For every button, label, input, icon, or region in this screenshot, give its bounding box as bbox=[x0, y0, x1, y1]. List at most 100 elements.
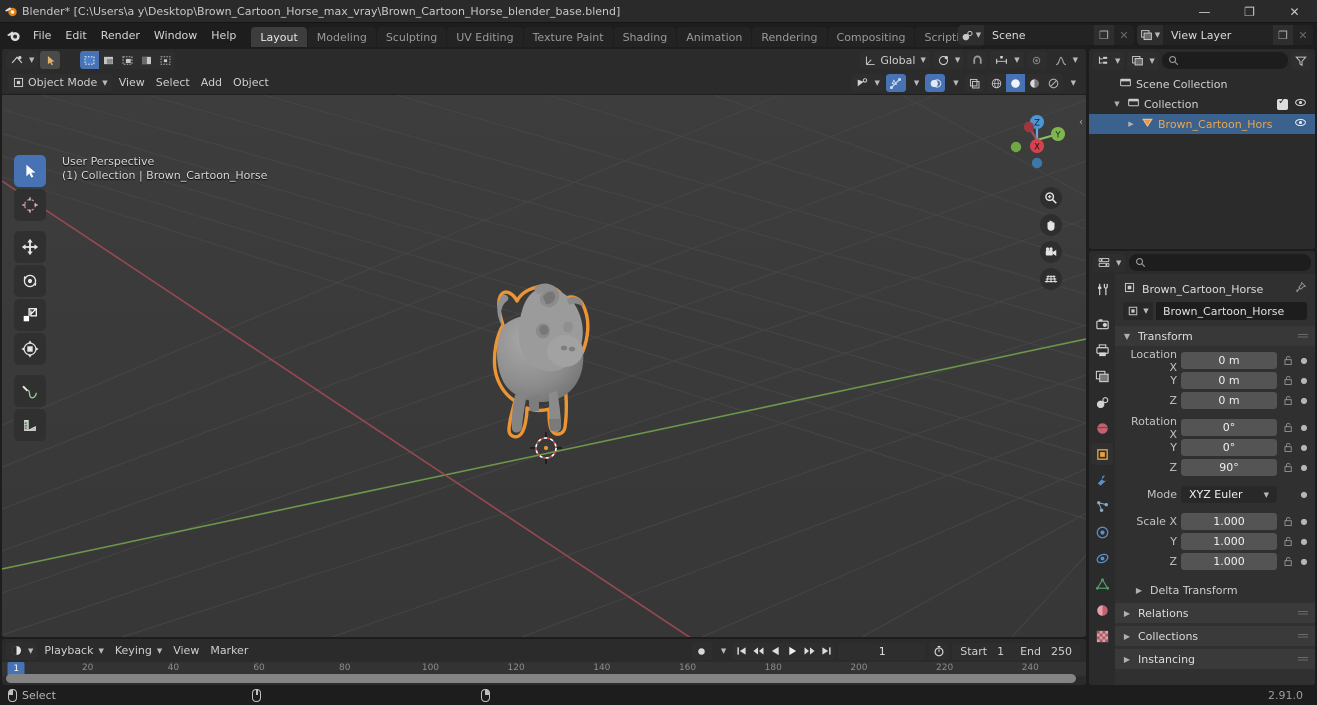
menu-file[interactable]: File bbox=[26, 26, 58, 44]
outliner-row-object[interactable]: ▶ Brown_Cartoon_Hors bbox=[1089, 114, 1315, 134]
outliner-search-input[interactable] bbox=[1161, 52, 1288, 69]
properties-tab-object[interactable] bbox=[1091, 443, 1113, 465]
lock-icon[interactable] bbox=[1281, 422, 1295, 433]
value-location-z[interactable]: 0 m bbox=[1181, 392, 1277, 409]
pin-icon[interactable] bbox=[1294, 281, 1307, 297]
timeline-menu-marker[interactable]: Marker bbox=[206, 642, 252, 660]
collection-expander-icon[interactable]: ▼ bbox=[1111, 100, 1123, 108]
remove-view-layer-button[interactable]: ✕ bbox=[1293, 25, 1313, 45]
lock-icon[interactable] bbox=[1281, 375, 1295, 386]
viewport-menu-object[interactable]: Object bbox=[229, 74, 273, 92]
play-button[interactable] bbox=[784, 643, 801, 660]
tab-uv-editing[interactable]: UV Editing bbox=[447, 27, 523, 47]
transform-tool[interactable] bbox=[14, 333, 46, 365]
unlink-scene-button[interactable]: ✕ bbox=[1114, 25, 1134, 45]
jump-to-end-button[interactable] bbox=[818, 643, 835, 660]
view-layer-name[interactable]: View Layer bbox=[1163, 25, 1273, 45]
animate-property-icon[interactable]: ● bbox=[1299, 537, 1309, 546]
instancing-panel-header[interactable]: ▶ Instancing bbox=[1115, 649, 1315, 669]
animate-property-icon[interactable]: ● bbox=[1299, 396, 1309, 405]
animate-property-icon[interactable]: ● bbox=[1299, 376, 1309, 385]
rotation-mode-dropdown[interactable]: XYZ Euler ▼ bbox=[1181, 486, 1277, 503]
lock-icon[interactable] bbox=[1281, 462, 1295, 473]
tab-animation[interactable]: Animation bbox=[677, 27, 752, 47]
timeline-menu-keying[interactable]: Keying ▼ bbox=[111, 642, 166, 660]
pivot-point-selector[interactable]: ▼ bbox=[932, 51, 965, 69]
lock-icon[interactable] bbox=[1281, 355, 1295, 366]
scene-selector[interactable]: ▼ Scene ❐ ✕ bbox=[958, 25, 1134, 45]
menu-render[interactable]: Render bbox=[94, 26, 147, 44]
solid-shading-icon[interactable] bbox=[1005, 74, 1025, 92]
select-invert-icon[interactable] bbox=[137, 51, 156, 69]
object-type-icon[interactable]: ▼ bbox=[1123, 302, 1153, 320]
end-frame-field[interactable]: End 250 bbox=[1012, 643, 1080, 660]
auto-keying-dropdown[interactable]: ▼ bbox=[715, 642, 730, 660]
scale-tool[interactable] bbox=[14, 299, 46, 331]
snap-magnet-icon[interactable] bbox=[967, 51, 988, 69]
xray-toggle-icon[interactable] bbox=[964, 74, 985, 92]
menu-window[interactable]: Window bbox=[147, 26, 204, 44]
properties-tab-physics[interactable] bbox=[1091, 521, 1113, 543]
shading-dropdown[interactable]: ▼ bbox=[1065, 74, 1080, 92]
rendered-shading-icon[interactable] bbox=[1044, 74, 1063, 92]
properties-tab-scene[interactable] bbox=[1091, 391, 1113, 413]
value-rotation-x[interactable]: 0° bbox=[1181, 419, 1277, 436]
current-frame-field[interactable]: 1 bbox=[838, 642, 927, 660]
tab-rendering[interactable]: Rendering bbox=[752, 27, 827, 47]
collections-panel-header[interactable]: ▶ Collections bbox=[1115, 626, 1315, 646]
select-intersect-icon[interactable] bbox=[156, 51, 175, 69]
animate-property-icon[interactable]: ● bbox=[1299, 490, 1309, 499]
move-tool[interactable] bbox=[14, 231, 46, 263]
properties-tab-material[interactable] bbox=[1091, 599, 1113, 621]
blender-menu-icon[interactable] bbox=[0, 23, 26, 47]
animate-property-icon[interactable]: ● bbox=[1299, 443, 1309, 452]
outliner-row-collection[interactable]: ▼ Collection bbox=[1089, 94, 1315, 114]
outliner-editor-type-selector[interactable]: ▼ bbox=[1093, 51, 1125, 70]
annotate-tool[interactable] bbox=[14, 375, 46, 407]
transform-orientation-selector[interactable]: Global ▼ bbox=[860, 51, 930, 69]
material-preview-icon[interactable] bbox=[1025, 74, 1044, 92]
play-reverse-button[interactable] bbox=[767, 643, 784, 660]
timeline-menu-playback[interactable]: Playback ▼ bbox=[40, 642, 107, 660]
animate-property-icon[interactable]: ● bbox=[1299, 423, 1309, 432]
properties-tab-output[interactable] bbox=[1091, 339, 1113, 361]
properties-tab-world[interactable] bbox=[1091, 417, 1113, 439]
proportional-falloff-selector[interactable]: ▼ bbox=[1050, 51, 1082, 69]
animate-property-icon[interactable]: ● bbox=[1299, 517, 1309, 526]
properties-tab-tool[interactable] bbox=[1091, 278, 1113, 300]
object-name-input[interactable]: Brown_Cartoon_Horse bbox=[1156, 302, 1307, 320]
use-preview-range-icon[interactable] bbox=[929, 642, 950, 660]
timeline-editor-type-selector[interactable]: ▼ bbox=[6, 641, 38, 660]
viewport-menu-add[interactable]: Add bbox=[197, 74, 226, 92]
animate-property-icon[interactable]: ● bbox=[1299, 463, 1309, 472]
jump-to-start-button[interactable] bbox=[733, 643, 750, 660]
object-expander-icon[interactable]: ▶ bbox=[1125, 120, 1137, 128]
properties-tab-view-layer[interactable] bbox=[1091, 365, 1113, 387]
tweak-select-tool[interactable] bbox=[14, 155, 46, 187]
overlays-toggle-icon[interactable] bbox=[925, 74, 946, 92]
view-layer-selector[interactable]: ▼ View Layer ❐ ✕ bbox=[1137, 25, 1313, 45]
gizmo-toggle-icon[interactable] bbox=[885, 74, 906, 92]
close-button[interactable]: ✕ bbox=[1272, 0, 1317, 23]
transform-panel-header[interactable]: ▼ Transform bbox=[1115, 326, 1315, 346]
eye-icon[interactable] bbox=[1294, 96, 1307, 112]
camera-icon[interactable] bbox=[1040, 241, 1062, 263]
snap-to-selector[interactable]: ▼ bbox=[990, 51, 1024, 69]
properties-editor-type-selector[interactable]: ▼ bbox=[1093, 253, 1126, 272]
value-location-y[interactable]: 0 m bbox=[1181, 372, 1277, 389]
cursor-tool[interactable] bbox=[14, 189, 46, 221]
outliner-filter-icon[interactable] bbox=[1291, 51, 1311, 70]
tweak-tool-indicator[interactable] bbox=[40, 51, 61, 69]
properties-tab-particles[interactable] bbox=[1091, 495, 1113, 517]
lock-icon[interactable] bbox=[1281, 536, 1295, 547]
maximize-button[interactable]: ❐ bbox=[1227, 0, 1272, 23]
properties-search-input[interactable] bbox=[1129, 254, 1311, 271]
lock-icon[interactable] bbox=[1281, 442, 1295, 453]
editor-type-selector[interactable]: ▼ bbox=[6, 51, 39, 69]
timeline-menu-view[interactable]: View bbox=[169, 642, 203, 660]
rotate-tool[interactable] bbox=[14, 265, 46, 297]
relations-panel-header[interactable]: ▶ Relations bbox=[1115, 603, 1315, 623]
value-scale-y[interactable]: 1.000 bbox=[1181, 533, 1277, 550]
new-view-layer-button[interactable]: ❐ bbox=[1273, 25, 1293, 45]
tab-layout[interactable]: Layout bbox=[251, 27, 307, 47]
